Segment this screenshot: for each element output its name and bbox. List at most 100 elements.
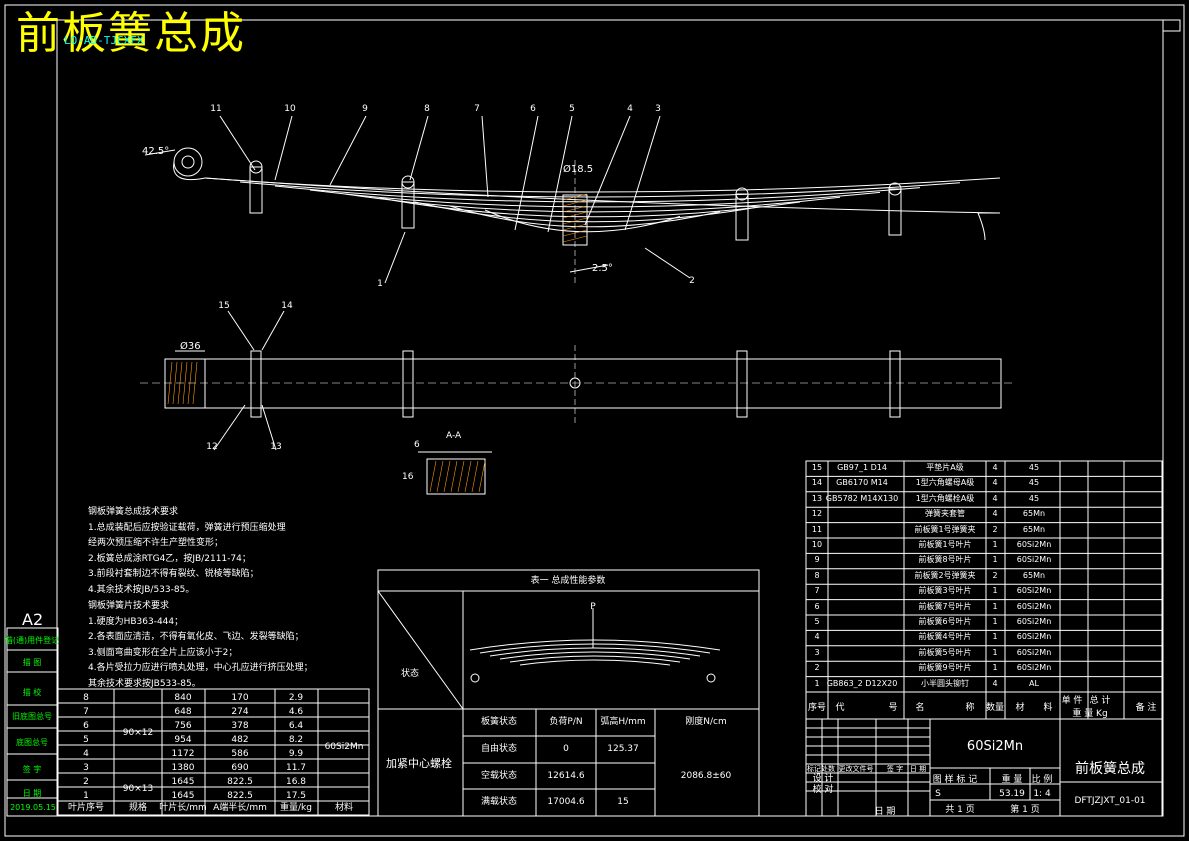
corner-mark: [1162, 19, 1181, 32]
leaf-spec-b: 90×13: [122, 784, 154, 794]
balloon-12: 12: [206, 442, 218, 452]
perf-diagonal: [377, 590, 464, 710]
bom-cell: 3: [814, 647, 820, 657]
bom-cell: 1: [992, 586, 998, 596]
hatch-line: [443, 460, 451, 493]
spring-rear-end: [977, 212, 1000, 241]
perf-height: 15: [617, 797, 629, 807]
bom-header: 号: [888, 703, 898, 713]
bom-cell: 13: [811, 493, 823, 503]
balloon-leader: [274, 115, 293, 181]
bom-cell: 弹簧夹套管: [925, 509, 965, 519]
section-label: A-A: [446, 431, 462, 441]
leaf-no: 2: [83, 777, 89, 787]
perf-load: 12614.6: [547, 771, 585, 781]
bom-cell: 4: [814, 632, 820, 642]
bom-cell: 5: [814, 617, 820, 626]
leaf-weight: 9.9: [288, 749, 304, 759]
bom-cell: GB6170 M14: [836, 478, 888, 488]
spring-clip: [888, 188, 902, 236]
leaf-half: 690: [231, 763, 249, 773]
tech-notes-assembly: 钢板弹簧总成技术要求 1.总成装配后应按验证载荷，弹簧进行预压缩处理 经两次预压…: [88, 505, 286, 598]
balloon-9: 9: [362, 104, 368, 114]
perf-header: 弧高H/mm: [600, 717, 646, 727]
balloon-leader: [329, 115, 367, 186]
bom-cell: 7: [814, 586, 820, 596]
balloon-leader: [219, 115, 256, 171]
tb-stage-label: 图 样 标 记: [932, 775, 978, 785]
leaf-length: 648: [174, 707, 192, 717]
bom-cell: 8: [814, 570, 820, 580]
tb-rev-header: 更改文件号: [838, 765, 874, 773]
leaf-no: 1: [83, 791, 89, 801]
spring-eye-wrap: [173, 161, 206, 181]
tb-scale: 1: 4: [1033, 789, 1051, 799]
leaf-half: 274: [231, 707, 249, 717]
bom-header: 名: [915, 703, 925, 713]
bom-header: 数量: [985, 703, 1005, 713]
leaf-header: 重量/kg: [280, 803, 312, 813]
leaf-weight: 4.6: [288, 707, 304, 717]
leaf-no: 8: [83, 693, 89, 703]
date: 2019.05.15: [10, 803, 56, 812]
balloon-leader: [409, 115, 429, 181]
bom-cell: 60Si2Mn: [1016, 601, 1052, 611]
plan-view-body: [164, 358, 1002, 409]
tb-date-label: 日 期: [874, 807, 896, 817]
bom-cell: 60Si2Mn: [1016, 632, 1052, 642]
section-dim-16: 16: [402, 472, 414, 482]
perf-header: 刚度N/cm: [685, 717, 727, 727]
bom-cell: AL: [1029, 678, 1039, 688]
perf-header: 板簧状态: [480, 717, 518, 727]
perf-caption: 表一 总成性能参数: [530, 576, 606, 586]
bom-header: 序号: [807, 703, 827, 713]
bom-cell: 前板簧8号叶片: [918, 555, 972, 565]
bom-header: 重 量 Kg: [1072, 709, 1108, 719]
tb-material: 60Si2Mn: [966, 739, 1024, 754]
bom-cell: 1: [992, 555, 998, 565]
bom-header: 材: [1015, 703, 1025, 713]
hatch-line: [429, 460, 437, 493]
bom-cell: 14: [811, 478, 823, 488]
bom-cell: 11: [811, 524, 823, 534]
bom-header: 料: [1043, 703, 1053, 713]
leaf-material: 60Si2Mn: [324, 742, 364, 752]
bom-cell: 45: [1028, 478, 1040, 488]
balloon-15: 15: [218, 301, 230, 311]
section-dim-6: 6: [414, 440, 420, 450]
perf-load-label: P: [590, 602, 596, 612]
drawing-id: LO-AD-TJCXFX: [64, 34, 144, 47]
tb-rev-header: 处数: [821, 765, 835, 773]
perf-state-label: 状态: [400, 669, 420, 679]
balloon-10: 10: [284, 104, 296, 114]
tb-weight: 53.19: [999, 789, 1025, 799]
perf-state: 满载状态: [480, 797, 518, 807]
tb-weight-label: 重 量: [1001, 775, 1023, 785]
leaf-header: 叶片长/mm: [159, 803, 207, 813]
leaf-header: 材料: [334, 803, 354, 813]
bom-cell: GB5782 M14X130: [825, 493, 899, 503]
leaf-length: 1380: [171, 763, 195, 773]
leaf-length: 1645: [171, 791, 195, 801]
balloon-11: 11: [210, 104, 222, 114]
balloon-leader: [644, 247, 691, 279]
balloon-13: 13: [270, 442, 282, 452]
leaf-length: 1645: [171, 777, 195, 787]
dim-hole-dia: Ø18.5: [563, 164, 594, 175]
inner-border: [56, 19, 1164, 817]
leaf-no: 5: [83, 735, 89, 745]
support-right: [706, 673, 716, 683]
bom-header: 总 计: [1089, 696, 1111, 706]
tb-rev-header: 签 字: [886, 765, 904, 773]
note-line: 4.其余技术按JB/533-85。: [88, 584, 195, 595]
bom-cell: 10: [811, 540, 823, 549]
hatch-line: [478, 460, 486, 493]
bom-cell: 2: [992, 570, 998, 580]
notes-heading: 钢板弹簧总成技术要求: [88, 507, 179, 517]
tb-design: 设 计: [812, 774, 834, 784]
section-aa-body: [426, 458, 486, 495]
note-line: 经两次预压缩不许生产塑性变形；: [88, 538, 224, 548]
bom-cell: GB97_1 D14: [837, 463, 887, 472]
balloon-leader: [213, 404, 246, 451]
bom-cell: 60Si2Mn: [1016, 663, 1052, 673]
